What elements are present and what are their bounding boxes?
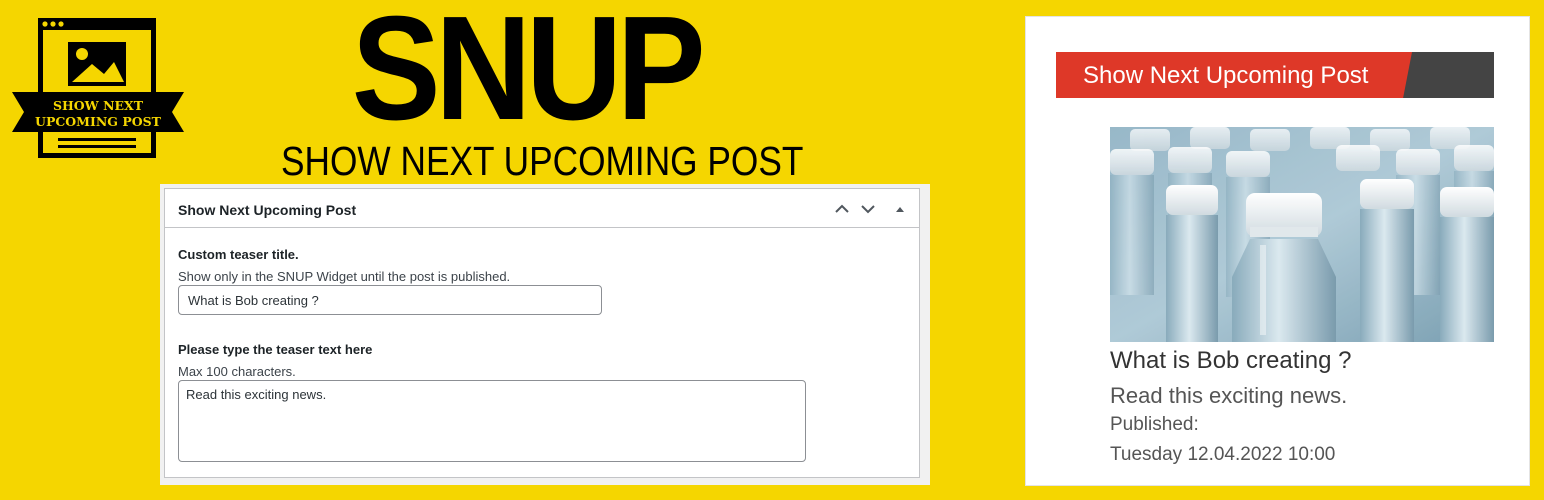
image-window-icon xyxy=(12,18,184,158)
widget-published-date: Tuesday 12.04.2022 10:00 xyxy=(1110,444,1336,465)
widget-published-label: Published: xyxy=(1110,414,1199,435)
post-featured-image[interactable] xyxy=(1110,127,1494,342)
snup-logo: SHOW NEXT UPCOMING POST xyxy=(10,14,186,164)
metabox-header: Show Next Upcoming Post xyxy=(165,189,919,228)
teaser-title-label: Custom teaser title. xyxy=(178,247,299,262)
toggle-panel-button[interactable] xyxy=(888,197,912,221)
chevron-down-icon xyxy=(861,205,875,214)
teaser-title-input[interactable] xyxy=(178,285,602,315)
metabox-panel: Show Next Upcoming Post Custom teaser ti… xyxy=(164,188,920,478)
metabox-title: Show Next Upcoming Post xyxy=(178,202,357,218)
water-bottles-image xyxy=(1110,127,1494,342)
widget-post-title[interactable]: What is Bob creating ? xyxy=(1110,347,1351,375)
widget-post-teaser: Read this exciting news. xyxy=(1110,383,1348,408)
hero-title: SNUP xyxy=(351,0,706,151)
hero-subtitle: SHOW NEXT UPCOMING POST xyxy=(281,138,804,184)
widget-preview: Show Next Upcoming Post What is Bob crea… xyxy=(1025,16,1530,486)
move-down-button[interactable] xyxy=(856,197,880,221)
teaser-title-description: Show only in the SNUP Widget until the p… xyxy=(178,269,511,284)
widget-header: Show Next Upcoming Post xyxy=(1056,52,1494,98)
caret-up-icon xyxy=(896,207,904,212)
logo-text-line1: SHOW NEXT xyxy=(52,98,144,113)
metabox-screenshot: Show Next Upcoming Post Custom teaser ti… xyxy=(160,184,930,485)
teaser-text-description: Max 100 characters. xyxy=(178,364,296,379)
widget-header-title: Show Next Upcoming Post xyxy=(1083,62,1369,89)
logo-text-line2: UPCOMING POST xyxy=(35,114,161,129)
chevron-up-icon xyxy=(835,204,849,213)
move-up-button[interactable] xyxy=(830,197,854,221)
teaser-text-area[interactable]: Read this exciting news. xyxy=(178,380,806,462)
teaser-text-label: Please type the teaser text here xyxy=(178,342,373,357)
